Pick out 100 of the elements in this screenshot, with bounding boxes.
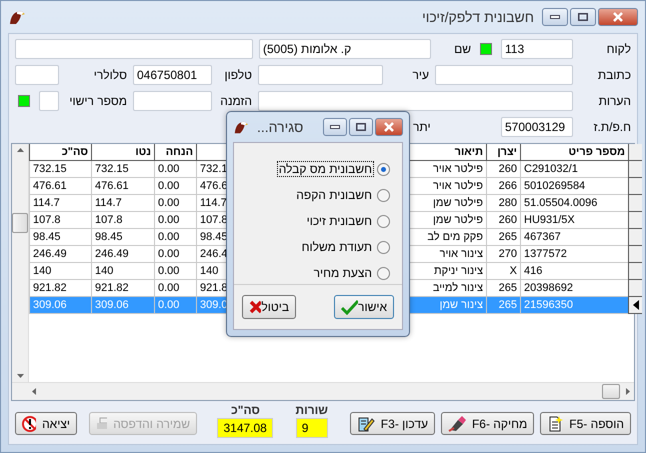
table-cell: 0.00 <box>154 161 196 178</box>
maximize-button[interactable] <box>349 118 373 136</box>
vertical-scrollbar[interactable] <box>12 144 29 382</box>
field-label: טלפון <box>223 68 252 82</box>
table-cell: 260 <box>486 161 520 178</box>
counter-label: שורות <box>295 403 328 417</box>
current-row-pointer-icon <box>632 300 638 310</box>
row-selector[interactable] <box>628 263 642 280</box>
radio-button[interactable] <box>377 214 390 228</box>
table-cell: X <box>486 263 520 280</box>
table-cell: 5010269584 <box>520 178 628 195</box>
text-field[interactable] <box>15 39 253 59</box>
table-cell: 270 <box>486 246 520 263</box>
row-selector[interactable] <box>628 297 642 314</box>
table-cell: 0.00 <box>154 280 196 297</box>
radio-button[interactable] <box>377 188 390 202</box>
radio-button[interactable] <box>377 240 390 254</box>
table-cell: 280 <box>486 195 520 212</box>
table-cell: 476.61 <box>29 178 91 195</box>
text-field[interactable]: 046750801 <box>133 65 212 85</box>
text-field[interactable]: ק. אלומות (5005) <box>259 39 431 59</box>
table-cell: 98.45 <box>29 229 91 246</box>
field-label: מספר רישוי <box>68 94 127 108</box>
table-cell: 140 <box>91 263 154 280</box>
row-selector[interactable] <box>628 280 642 297</box>
scroll-right-icon[interactable] <box>626 388 630 395</box>
column-header[interactable]: מספר פריט <box>520 144 628 161</box>
table-cell: 51.05504.0096 <box>520 195 628 212</box>
scroll-up-icon[interactable] <box>16 148 24 152</box>
column-header[interactable]: יצרן <box>486 144 520 161</box>
column-header[interactable]: הנחה <box>154 144 196 161</box>
close-icon <box>612 12 624 22</box>
close-button[interactable] <box>598 8 638 26</box>
radio-label: הצעת מחיר <box>312 265 373 281</box>
column-header[interactable]: סה"כ <box>29 144 91 161</box>
row-selector[interactable] <box>628 212 642 229</box>
table-cell: 309.06 <box>29 297 91 314</box>
counter-value: 9 <box>296 418 328 438</box>
field-label: הזמנה <box>219 94 252 108</box>
text-field[interactable] <box>435 65 573 85</box>
scrollbar-thumb[interactable] <box>602 384 620 399</box>
exit-button[interactable]: יציאה <box>15 412 77 435</box>
table-cell: 266 <box>486 178 520 195</box>
radio-button[interactable] <box>377 162 390 176</box>
maximize-button[interactable] <box>570 8 596 26</box>
field-label: ח.פ/ת.ז <box>592 120 631 134</box>
scrollbar-thumb[interactable] <box>12 213 28 233</box>
text-field[interactable]: 570003129 <box>501 117 573 137</box>
table-cell: 0.00 <box>154 263 196 280</box>
table-cell: 476.61 <box>91 178 154 195</box>
close-button[interactable] <box>375 118 403 136</box>
field-label: לקוח <box>606 42 631 56</box>
close-icon <box>249 300 262 314</box>
table-cell: 140 <box>29 263 91 280</box>
maximize-icon <box>578 13 588 21</box>
minimize-icon <box>550 15 560 19</box>
minimize-button[interactable] <box>542 8 568 26</box>
window-title: חשבונית דלפק/זיכוי <box>422 9 534 25</box>
table-cell: 265 <box>486 280 520 297</box>
minimize-button[interactable] <box>323 118 347 136</box>
radio-label: חשבונית הקפה <box>295 187 373 203</box>
text-field[interactable] <box>39 91 59 111</box>
table-cell: 107.8 <box>29 212 91 229</box>
table-cell: 0.00 <box>154 178 196 195</box>
table-cell: 0.00 <box>154 229 196 246</box>
table-cell: 921.82 <box>91 280 154 297</box>
edit-document-icon <box>356 416 375 432</box>
table-cell: 921.82 <box>29 280 91 297</box>
table-cell: 0.00 <box>154 246 196 263</box>
row-selector[interactable] <box>628 195 642 212</box>
horizontal-scrollbar[interactable] <box>12 382 634 400</box>
eagle-icon <box>233 119 249 135</box>
ok-button[interactable]: אישור <box>334 295 394 319</box>
toolbar-button[interactable]: עדכון -F3 <box>350 412 435 435</box>
table-cell: 98.45 <box>91 229 154 246</box>
toolbar-button[interactable]: הוספה -F5 <box>540 412 631 435</box>
document-icon <box>547 416 564 432</box>
text-field[interactable]: 113 <box>501 39 573 59</box>
radio-label: חשבונית זיכוי <box>306 213 373 229</box>
row-selector[interactable] <box>628 246 642 263</box>
toolbar-button[interactable]: מחיקה -F6 <box>440 412 534 435</box>
field-label: שם <box>453 42 471 56</box>
table-cell: 260 <box>486 212 520 229</box>
cancel-button[interactable]: ביטול <box>242 295 296 319</box>
text-field[interactable] <box>258 65 383 85</box>
scroll-down-icon[interactable] <box>16 374 24 378</box>
text-field[interactable] <box>15 65 59 85</box>
check-icon <box>341 299 358 315</box>
text-field[interactable] <box>258 91 573 111</box>
table-cell: 732.15 <box>91 161 154 178</box>
table-cell: 114.7 <box>91 195 154 212</box>
row-selector[interactable] <box>628 229 642 246</box>
column-header[interactable]: נטו <box>91 144 154 161</box>
stop-icon <box>22 416 36 432</box>
text-field[interactable] <box>133 91 212 111</box>
table-cell: 309.06 <box>91 297 154 314</box>
radio-button[interactable] <box>377 266 390 280</box>
row-selector[interactable] <box>628 178 642 195</box>
scroll-left-icon[interactable] <box>32 388 36 395</box>
row-selector[interactable] <box>628 161 642 178</box>
